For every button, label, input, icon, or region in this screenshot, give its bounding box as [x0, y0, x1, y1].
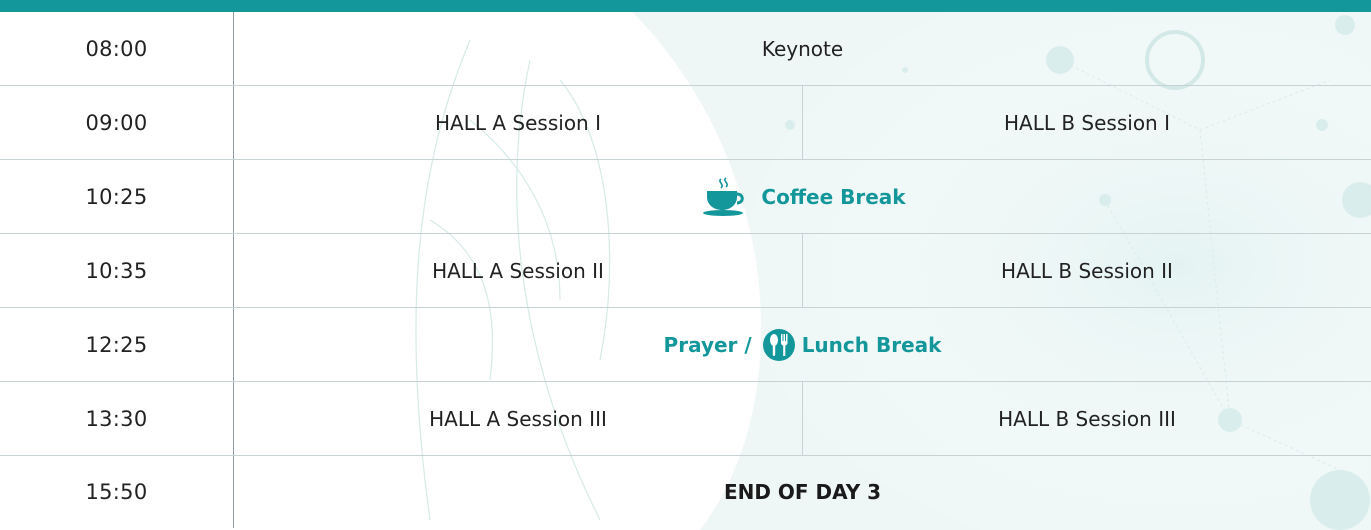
hall-b-session: HALL B Session I: [1003, 110, 1170, 135]
time-cell: 08:00: [0, 12, 234, 85]
end-of-day-cell: END OF DAY 3: [723, 480, 882, 504]
schedule-row: 15:50 END OF DAY 3: [0, 456, 1371, 528]
coffee-break-label: Coffee Break: [761, 184, 906, 209]
hall-a-session: HALL A Session I: [234, 86, 803, 159]
prayer-label: Prayer /: [663, 332, 752, 357]
hall-b-session: HALL B Session III: [998, 406, 1176, 431]
time-cell: 09:00: [0, 86, 234, 159]
lunch-break-cell: Prayer / Lunch Break: [234, 308, 1371, 381]
hall-a-session: HALL A Session III: [234, 382, 803, 455]
fork-spoon-icon: [762, 328, 796, 362]
time-cell: 15:50: [0, 456, 234, 528]
schedule-row: 08:00 Keynote: [0, 12, 1371, 86]
schedule-table: 08:00 Keynote 09:00 HALL A Session I HAL…: [0, 12, 1371, 528]
hall-b-session: HALL B Session II: [1001, 258, 1173, 283]
schedule-row: 13:30 HALL A Session III HALL B Session …: [0, 382, 1371, 456]
schedule-row: 10:35 HALL A Session II HALL B Session I…: [0, 234, 1371, 308]
schedule-row: 09:00 HALL A Session I HALL B Session I: [0, 86, 1371, 160]
hall-a-session: HALL A Session II: [234, 234, 803, 307]
coffee-cup-icon: [699, 176, 751, 217]
header-bar: [0, 0, 1371, 12]
lunch-break-label: Lunch Break: [801, 332, 942, 357]
schedule-row: 10:25 Coffee Break: [0, 160, 1371, 234]
time-cell: 13:30: [0, 382, 234, 455]
time-cell: 12:25: [0, 308, 234, 381]
time-cell: 10:35: [0, 234, 234, 307]
time-cell: 10:25: [0, 160, 234, 233]
coffee-break-cell: Coffee Break: [234, 160, 1371, 233]
schedule-row: 12:25 Prayer / Lunch Break: [0, 308, 1371, 382]
keynote-cell: Keynote: [761, 36, 844, 61]
